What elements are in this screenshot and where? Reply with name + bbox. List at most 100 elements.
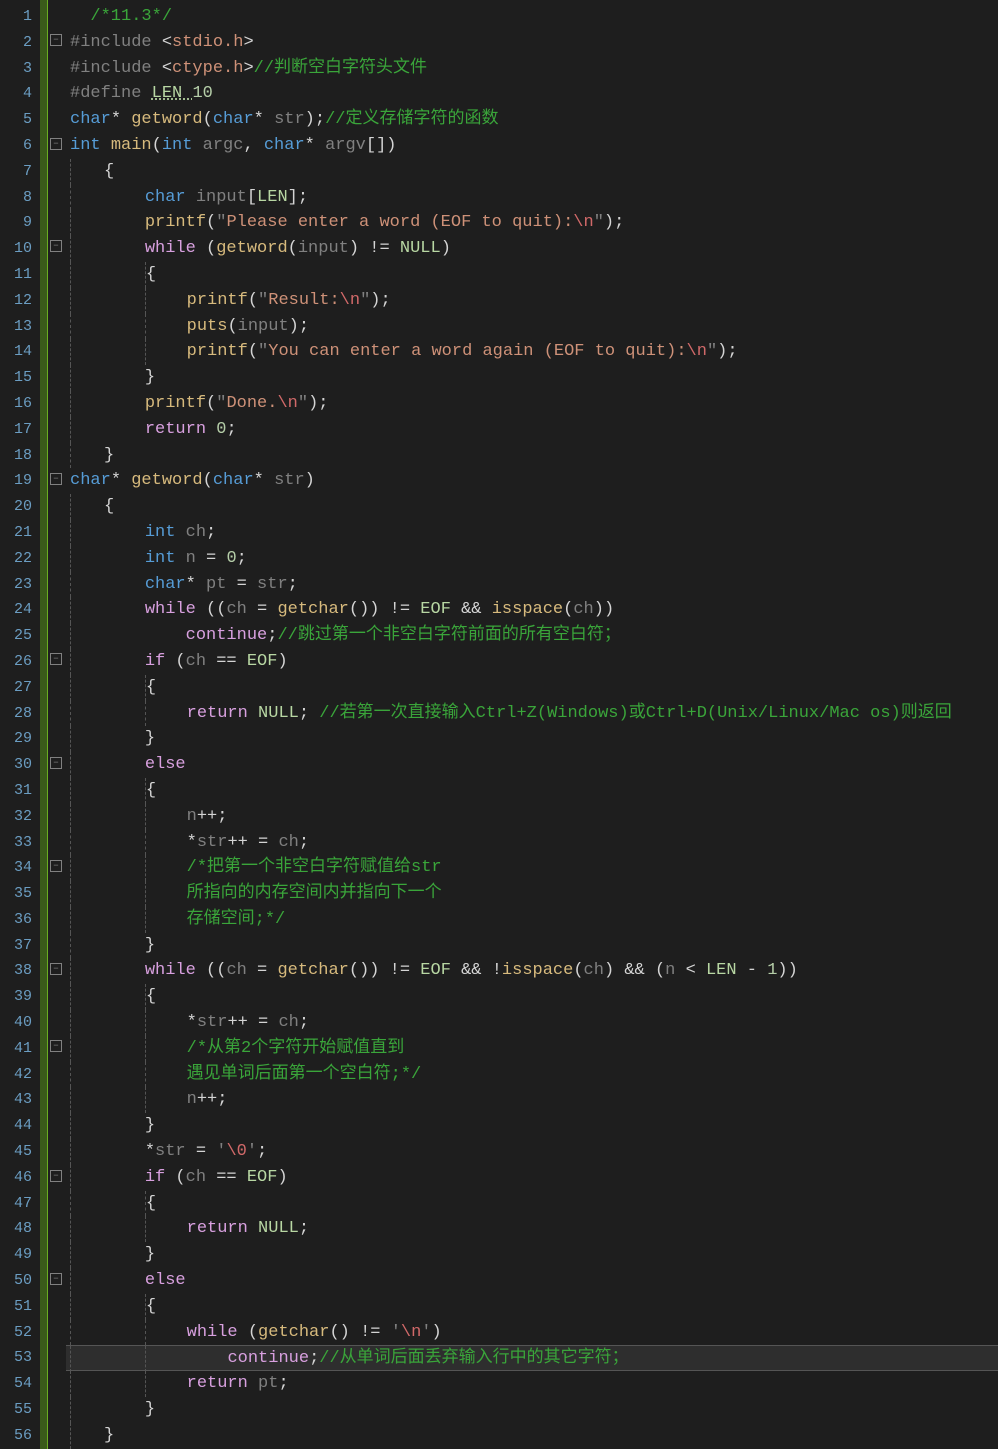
line-number[interactable]: 15	[0, 365, 32, 391]
code-line[interactable]: {	[66, 1191, 998, 1217]
code-line[interactable]: *str++ = ch;	[66, 830, 998, 856]
line-number[interactable]: 11	[0, 262, 32, 288]
fold-toggle-icon[interactable]: −	[50, 240, 62, 252]
line-number[interactable]: 44	[0, 1113, 32, 1139]
line-number[interactable]: 49	[0, 1242, 32, 1268]
code-line[interactable]: }	[66, 1397, 998, 1423]
line-number[interactable]: 13	[0, 314, 32, 340]
line-number[interactable]: 1	[0, 4, 32, 30]
line-number[interactable]: 36	[0, 907, 32, 933]
code-line[interactable]: return pt;	[66, 1371, 998, 1397]
fold-toggle-icon[interactable]: −	[50, 1040, 62, 1052]
code-line[interactable]: int main(int argc, char* argv[])	[66, 133, 998, 159]
line-number[interactable]: 14	[0, 339, 32, 365]
code-line[interactable]: }	[66, 1113, 998, 1139]
line-number[interactable]: 26	[0, 649, 32, 675]
line-number[interactable]: 19	[0, 468, 32, 494]
line-number[interactable]: 28	[0, 701, 32, 727]
code-line[interactable]: printf("You can enter a word again (EOF …	[66, 339, 998, 365]
code-line[interactable]: 所指向的内存空间内并指向下一个	[66, 881, 998, 907]
code-line[interactable]: {	[66, 159, 998, 185]
line-number[interactable]: 21	[0, 520, 32, 546]
line-number[interactable]: 56	[0, 1423, 32, 1449]
line-number[interactable]: 27	[0, 675, 32, 701]
line-number[interactable]: 9	[0, 210, 32, 236]
line-number[interactable]: 29	[0, 726, 32, 752]
line-number[interactable]: 32	[0, 804, 32, 830]
fold-toggle-icon[interactable]: −	[50, 1170, 62, 1182]
fold-column[interactable]: −−−−−−−−−−−	[48, 0, 66, 1449]
code-line[interactable]: *str = '\0';	[66, 1139, 998, 1165]
code-line[interactable]: 遇见单词后面第一个空白符;*/	[66, 1062, 998, 1088]
code-line[interactable]: }	[66, 1423, 998, 1449]
code-line[interactable]: puts(input);	[66, 314, 998, 340]
line-number[interactable]: 22	[0, 546, 32, 572]
code-line[interactable]: {	[66, 778, 998, 804]
code-line[interactable]: if (ch == EOF)	[66, 1165, 998, 1191]
code-line[interactable]: char input[LEN];	[66, 185, 998, 211]
code-line[interactable]: {	[66, 984, 998, 1010]
line-number[interactable]: 43	[0, 1087, 32, 1113]
code-line[interactable]: while ((ch = getchar()) != EOF && !isspa…	[66, 958, 998, 984]
code-line[interactable]: while ((ch = getchar()) != EOF && isspac…	[66, 597, 998, 623]
code-line[interactable]: 存储空间;*/	[66, 907, 998, 933]
code-line[interactable]: }	[66, 933, 998, 959]
fold-toggle-icon[interactable]: −	[50, 963, 62, 975]
line-number[interactable]: 47	[0, 1191, 32, 1217]
code-line-current[interactable]: continue;//从单词后面丢弃输入行中的其它字符；	[66, 1345, 998, 1371]
fold-toggle-icon[interactable]: −	[50, 34, 62, 46]
line-number[interactable]: 33	[0, 830, 32, 856]
line-number[interactable]: 39	[0, 984, 32, 1010]
code-line[interactable]: #define LEN 10	[66, 81, 998, 107]
line-number[interactable]: 7	[0, 159, 32, 185]
line-number[interactable]: 53	[0, 1345, 32, 1371]
fold-toggle-icon[interactable]: −	[50, 473, 62, 485]
line-number[interactable]: 25	[0, 623, 32, 649]
code-line[interactable]: return NULL; //若第一次直接输入Ctrl+Z(Windows)或C…	[66, 701, 998, 727]
line-number[interactable]: 2	[0, 30, 32, 56]
line-number[interactable]: 48	[0, 1216, 32, 1242]
line-number[interactable]: 20	[0, 494, 32, 520]
fold-toggle-icon[interactable]: −	[50, 653, 62, 665]
code-line[interactable]: return 0;	[66, 417, 998, 443]
code-line[interactable]: #include <ctype.h>//判断空白字符头文件	[66, 56, 998, 82]
fold-toggle-icon[interactable]: −	[50, 138, 62, 150]
line-number[interactable]: 5	[0, 107, 32, 133]
line-number[interactable]: 34	[0, 855, 32, 881]
code-line[interactable]: int n = 0;	[66, 546, 998, 572]
code-line[interactable]: }	[66, 443, 998, 469]
code-line[interactable]: /*从第2个字符开始赋值直到	[66, 1036, 998, 1062]
line-number[interactable]: 4	[0, 81, 32, 107]
line-number[interactable]: 24	[0, 597, 32, 623]
code-line[interactable]: }	[66, 1242, 998, 1268]
code-line[interactable]: *str++ = ch;	[66, 1010, 998, 1036]
code-editor[interactable]: 1234567891011121314151617181920212223242…	[0, 0, 998, 1449]
line-number[interactable]: 37	[0, 933, 32, 959]
line-number[interactable]: 18	[0, 443, 32, 469]
line-number-gutter[interactable]: 1234567891011121314151617181920212223242…	[0, 0, 40, 1449]
fold-toggle-icon[interactable]: −	[50, 757, 62, 769]
line-number[interactable]: 45	[0, 1139, 32, 1165]
code-line[interactable]: #include <stdio.h>	[66, 30, 998, 56]
line-number[interactable]: 51	[0, 1294, 32, 1320]
line-number[interactable]: 6	[0, 133, 32, 159]
code-line[interactable]: printf("Please enter a word (EOF to quit…	[66, 210, 998, 236]
code-line[interactable]: {	[66, 494, 998, 520]
line-number[interactable]: 42	[0, 1062, 32, 1088]
line-number[interactable]: 50	[0, 1268, 32, 1294]
line-number[interactable]: 17	[0, 417, 32, 443]
code-area[interactable]: /*11.3*/ #include <stdio.h> #include <ct…	[66, 0, 998, 1449]
code-line[interactable]: /*把第一个非空白字符赋值给str	[66, 855, 998, 881]
line-number[interactable]: 55	[0, 1397, 32, 1423]
line-number[interactable]: 38	[0, 958, 32, 984]
line-number[interactable]: 31	[0, 778, 32, 804]
code-line[interactable]: {	[66, 675, 998, 701]
line-number[interactable]: 35	[0, 881, 32, 907]
code-line[interactable]: printf("Done.\n");	[66, 391, 998, 417]
code-line[interactable]: {	[66, 1294, 998, 1320]
fold-toggle-icon[interactable]: −	[50, 860, 62, 872]
line-number[interactable]: 41	[0, 1036, 32, 1062]
code-line[interactable]: if (ch == EOF)	[66, 649, 998, 675]
code-line[interactable]: else	[66, 1268, 998, 1294]
line-number[interactable]: 8	[0, 185, 32, 211]
